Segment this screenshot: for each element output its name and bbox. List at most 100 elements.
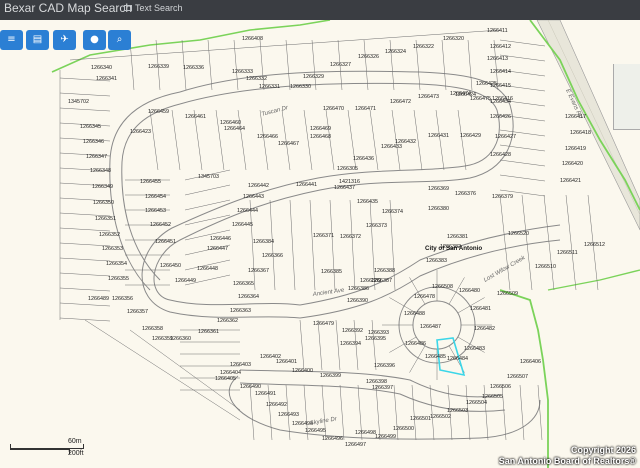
parcel-label[interactable]: 1266421 [560,178,581,184]
parcel-label[interactable]: 1266389 [360,278,381,284]
parcel-label[interactable]: 1266354 [106,261,127,267]
parcel-label[interactable]: 1266442 [248,183,269,189]
parcel-label[interactable]: 1266357 [127,309,148,315]
parcel-label[interactable]: 1266459 [148,109,169,115]
parcel-label[interactable]: 1266425 [476,81,497,87]
parcel-label[interactable]: 1266331 [259,84,280,90]
parcel-label[interactable]: 1266487 [420,324,441,330]
parcel-label[interactable]: 1266485 [425,354,446,360]
search-button[interactable]: ⌕ [108,30,131,50]
map-canvas[interactable]: 1266408 1266320 1266411 1266412 1266413 12664… [0,20,640,468]
parcel-label[interactable]: 1266356 [112,296,133,302]
parcel-label[interactable]: 1266455 [140,179,161,185]
parcel-label[interactable]: 1266451 [155,239,176,245]
parcel-label[interactable]: 1266347 [86,154,107,160]
text-search-link[interactable]: Text Search [124,3,183,13]
parcel-label[interactable]: 1266399 [320,373,341,379]
parcel-label[interactable]: 1266454 [145,194,166,200]
parcel-label[interactable]: 1266502 [430,414,451,420]
overview-inset[interactable] [613,64,640,130]
parcel-label[interactable]: 1266384 [253,239,274,245]
parcel-label[interactable]: 1266448 [197,266,218,272]
parcel-label[interactable]: 1266373 [366,223,387,229]
parcel-label[interactable]: 1266341 [96,76,117,82]
parcel-label[interactable]: 1266482 [474,326,495,332]
parcel-label[interactable]: 1266443 [243,194,264,200]
parcel-label[interactable]: 1266413 [487,56,508,62]
parcel-label[interactable]: 1266472 [390,99,411,105]
map-layers-button[interactable]: ▤ [26,30,49,50]
parcel-label[interactable]: 1266327 [330,62,351,68]
parcel-label[interactable]: 1266419 [565,146,586,152]
parcel-label[interactable]: 1266489 [88,296,109,302]
parcel-label[interactable]: 1266330 [290,84,311,90]
parcel-label[interactable]: 1266336 [183,65,204,71]
parcel-label[interactable]: 1266339 [148,64,169,70]
parcel-label[interactable]: 1266488 [404,311,425,317]
parcel-label[interactable]: 1266364 [238,294,259,300]
parcel-label[interactable]: 1266380 [428,206,449,212]
parcel-label[interactable]: 1266355 [108,276,129,282]
parcel-label[interactable]: 1266320 [443,36,464,42]
parcel-label[interactable]: 1266481 [470,306,491,312]
parcel-label[interactable]: 1266498 [355,430,376,436]
parcel-label[interactable]: 1266428 [490,152,511,158]
parcel-label[interactable]: 1266434 [490,99,511,105]
parcel-label[interactable]: 1266372 [340,234,361,240]
parcel-label[interactable]: 1266340 [91,65,112,71]
parcel-label[interactable]: 1266402 [260,354,281,360]
parcel-label[interactable]: 1345703 [198,174,219,180]
parcel-label[interactable]: 1266348 [90,168,111,174]
parcel-label[interactable]: 1266437 [334,185,355,191]
parcel-label[interactable]: 1266433 [381,144,402,150]
parcel-label[interactable]: 1266424 [455,92,476,98]
parcel-label[interactable]: 1266449 [175,278,196,284]
location-pin-button[interactable]: ● [83,30,106,50]
parcel-label[interactable]: 1266450 [160,263,181,269]
parcel-label[interactable]: 1266441 [296,182,317,188]
parcel-label[interactable]: 1266369 [428,186,449,192]
parcel-label[interactable]: 1266371 [313,233,334,239]
parcel-label[interactable]: 1266493 [278,412,299,418]
parcel-label[interactable]: 1266326 [358,54,379,60]
parcel-label[interactable]: 1266431 [428,133,449,139]
parcel-label[interactable]: 1266362 [217,318,238,324]
parcel-label[interactable]: 1266333 [232,69,253,75]
airport-button[interactable]: ✈ [53,30,76,50]
parcel-label[interactable]: 1266376 [455,191,476,197]
parcel-label[interactable]: 1266509 [497,291,518,297]
parcel-label[interactable]: 1266412 [490,44,511,50]
parcel-label[interactable]: 1266408 [242,36,263,42]
parcel-label[interactable]: 1266398 [366,379,387,385]
parcel-label[interactable]: 1266305 [337,166,358,172]
parcel-label[interactable]: 1266390 [347,298,368,304]
parcel-label[interactable]: 1266322 [413,44,434,50]
parcel-label[interactable]: 1266360 [170,336,191,342]
parcel-label[interactable]: 1266352 [99,232,120,238]
parcel-label[interactable]: 1266435 [357,199,378,205]
parcel-label[interactable]: 1266444 [237,208,258,214]
parcel-label[interactable]: 1266506 [490,384,511,390]
parcel-label[interactable]: 1266499 [375,434,396,440]
parcel-label[interactable]: 1266346 [83,139,104,145]
parcel-label[interactable]: 1266510 [535,264,556,270]
parcel-label[interactable]: 1266366 [262,253,283,259]
parcel-label[interactable]: 1266367 [248,268,269,274]
parcel-label[interactable]: 1266467 [278,141,299,147]
parcel-label[interactable]: 1266490 [240,384,261,390]
parcel-label[interactable]: 1266349 [92,184,113,190]
parcel-label[interactable]: 1266504 [466,400,487,406]
parcel-label[interactable]: 1266492 [266,402,287,408]
parcel-label[interactable]: 1266350 [93,200,114,206]
parcel-label[interactable]: 1266452 [150,222,171,228]
parcel-label[interactable]: 1266397 [372,385,393,391]
parcel-label[interactable]: 1266324 [385,49,406,55]
parcel-label[interactable]: 1266511 [557,250,578,256]
parcel-label[interactable]: 1266400 [292,368,313,374]
parcel-label[interactable]: 1266423 [130,129,151,135]
parcel-label[interactable]: 1266520 [508,231,529,237]
parcel-label[interactable]: 1266381 [447,234,468,240]
parcel-label[interactable]: 1266427 [495,134,516,140]
parcel-label[interactable]: 1266383 [426,258,447,264]
parcel-label[interactable]: 1266470 [323,106,344,112]
